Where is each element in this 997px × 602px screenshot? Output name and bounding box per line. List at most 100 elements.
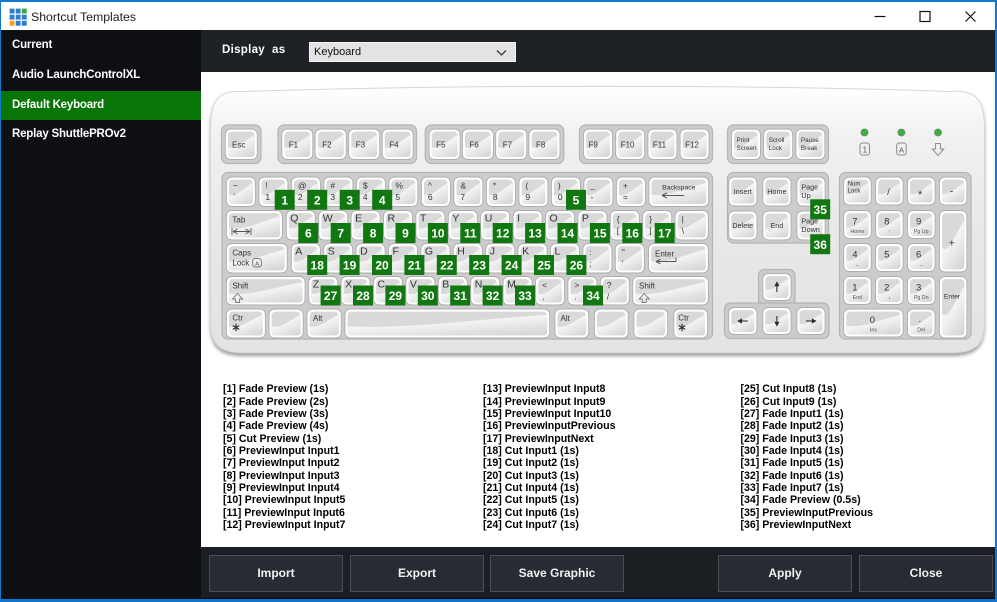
svg-text:Break: Break [801,145,818,152]
svg-text:27: 27 [324,289,338,303]
svg-text:^: ^ [428,181,432,191]
svg-text:16: 16 [626,227,640,241]
svg-text:Delete: Delete [732,221,753,230]
svg-text:10: 10 [431,227,445,241]
svg-text:K: K [522,246,529,258]
svg-text:6: 6 [428,192,433,202]
svg-text:3: 3 [346,193,353,207]
svg-text:&: & [460,181,466,191]
svg-text:24: 24 [505,259,519,273]
svg-text:A: A [899,146,904,155]
svg-text:S: S [328,246,335,258]
svg-text:2: 2 [298,192,303,202]
svg-text:11: 11 [464,227,477,241]
svg-text:9: 9 [525,192,530,202]
svg-text:F9: F9 [589,141,599,150]
svg-text:4: 4 [379,193,386,207]
svg-text:4: 4 [363,192,368,202]
svg-text:;: ; [589,259,591,269]
svg-text:Tab: Tab [232,216,245,225]
svg-text:): ) [558,181,561,191]
svg-text:C: C [378,279,386,291]
svg-text:P: P [582,213,589,225]
svg-text:28: 28 [356,289,370,303]
svg-text:F6: F6 [469,141,479,150]
svg-text:!: ! [265,181,267,191]
svg-text:34: 34 [586,289,600,303]
svg-text:Caps: Caps [232,249,251,258]
svg-text:7: 7 [337,227,344,241]
svg-text:Del: Del [917,328,925,334]
svg-text:#: # [330,181,335,191]
svg-text:Print: Print [737,137,750,144]
svg-text:Shift: Shift [232,282,249,291]
svg-text:7: 7 [460,192,465,202]
svg-text:3: 3 [330,192,335,202]
svg-text:`: ` [233,192,236,202]
svg-text:O: O [550,213,558,225]
svg-text:/: / [887,187,890,198]
svg-text:F11: F11 [653,141,667,150]
svg-text:~: ~ [233,181,238,191]
svg-text:F10: F10 [621,141,635,150]
svg-text:Screen: Screen [737,145,757,152]
svg-text:←: ← [855,262,860,268]
svg-text:12: 12 [496,227,510,241]
svg-text:17: 17 [658,227,672,241]
svg-text:End: End [771,221,784,230]
svg-text:→: → [919,262,924,268]
svg-text:Ctr: Ctr [232,314,243,323]
svg-text:0: 0 [558,192,563,202]
svg-text:Home: Home [850,229,864,235]
svg-text:<: < [542,280,547,290]
svg-text:F8: F8 [536,141,546,150]
svg-text:Ctr: Ctr [678,314,689,323]
svg-text:18: 18 [311,259,325,273]
svg-text:F7: F7 [503,141,513,150]
svg-text:Enter: Enter [944,294,961,301]
svg-text:M: M [507,279,516,291]
svg-text:-: - [590,192,593,202]
svg-text:H: H [457,246,465,258]
svg-text:X: X [345,279,352,291]
svg-text:-: - [950,187,953,198]
svg-text:F1: F1 [289,141,299,150]
svg-text:Alt: Alt [313,314,323,323]
svg-text:22: 22 [440,259,454,273]
svg-text:+: + [623,181,628,191]
svg-text:Y: Y [452,213,459,225]
svg-text:Home: Home [767,187,786,196]
svg-text:↑: ↑ [888,229,891,235]
svg-text:F12: F12 [685,141,699,150]
svg-text:13: 13 [528,227,542,241]
svg-text:↓: ↓ [888,295,891,301]
svg-text:1: 1 [265,192,270,202]
svg-text:15: 15 [593,227,607,241]
svg-text:Lock: Lock [769,145,783,152]
svg-text:N: N [475,279,483,291]
svg-text:I: I [517,213,520,225]
svg-text:Lock: Lock [848,189,862,195]
svg-text:20: 20 [375,259,389,273]
svg-text:Pause: Pause [801,137,819,144]
svg-text:A: A [255,261,259,267]
svg-text:19: 19 [343,259,357,273]
svg-text:Shift: Shift [639,282,656,291]
svg-text:32: 32 [486,289,500,303]
svg-text:14: 14 [561,227,575,241]
svg-text:3: 3 [916,283,921,294]
svg-text:30: 30 [421,289,435,303]
svg-text:6: 6 [916,250,921,261]
svg-text:Alt: Alt [561,314,571,323]
svg-text:Enter: Enter [655,250,674,259]
svg-text:]: ] [649,226,651,236]
svg-text:?: ? [607,280,612,290]
svg-text:25: 25 [537,259,551,273]
svg-text:Backspace: Backspace [662,185,695,192]
svg-text:Pg Up: Pg Up [914,229,929,235]
svg-text:}: } [649,214,652,224]
svg-text:F3: F3 [356,141,366,150]
svg-text:F: F [393,246,399,258]
svg-text:5: 5 [884,250,889,261]
svg-text:Pg Dn: Pg Dn [914,295,929,301]
